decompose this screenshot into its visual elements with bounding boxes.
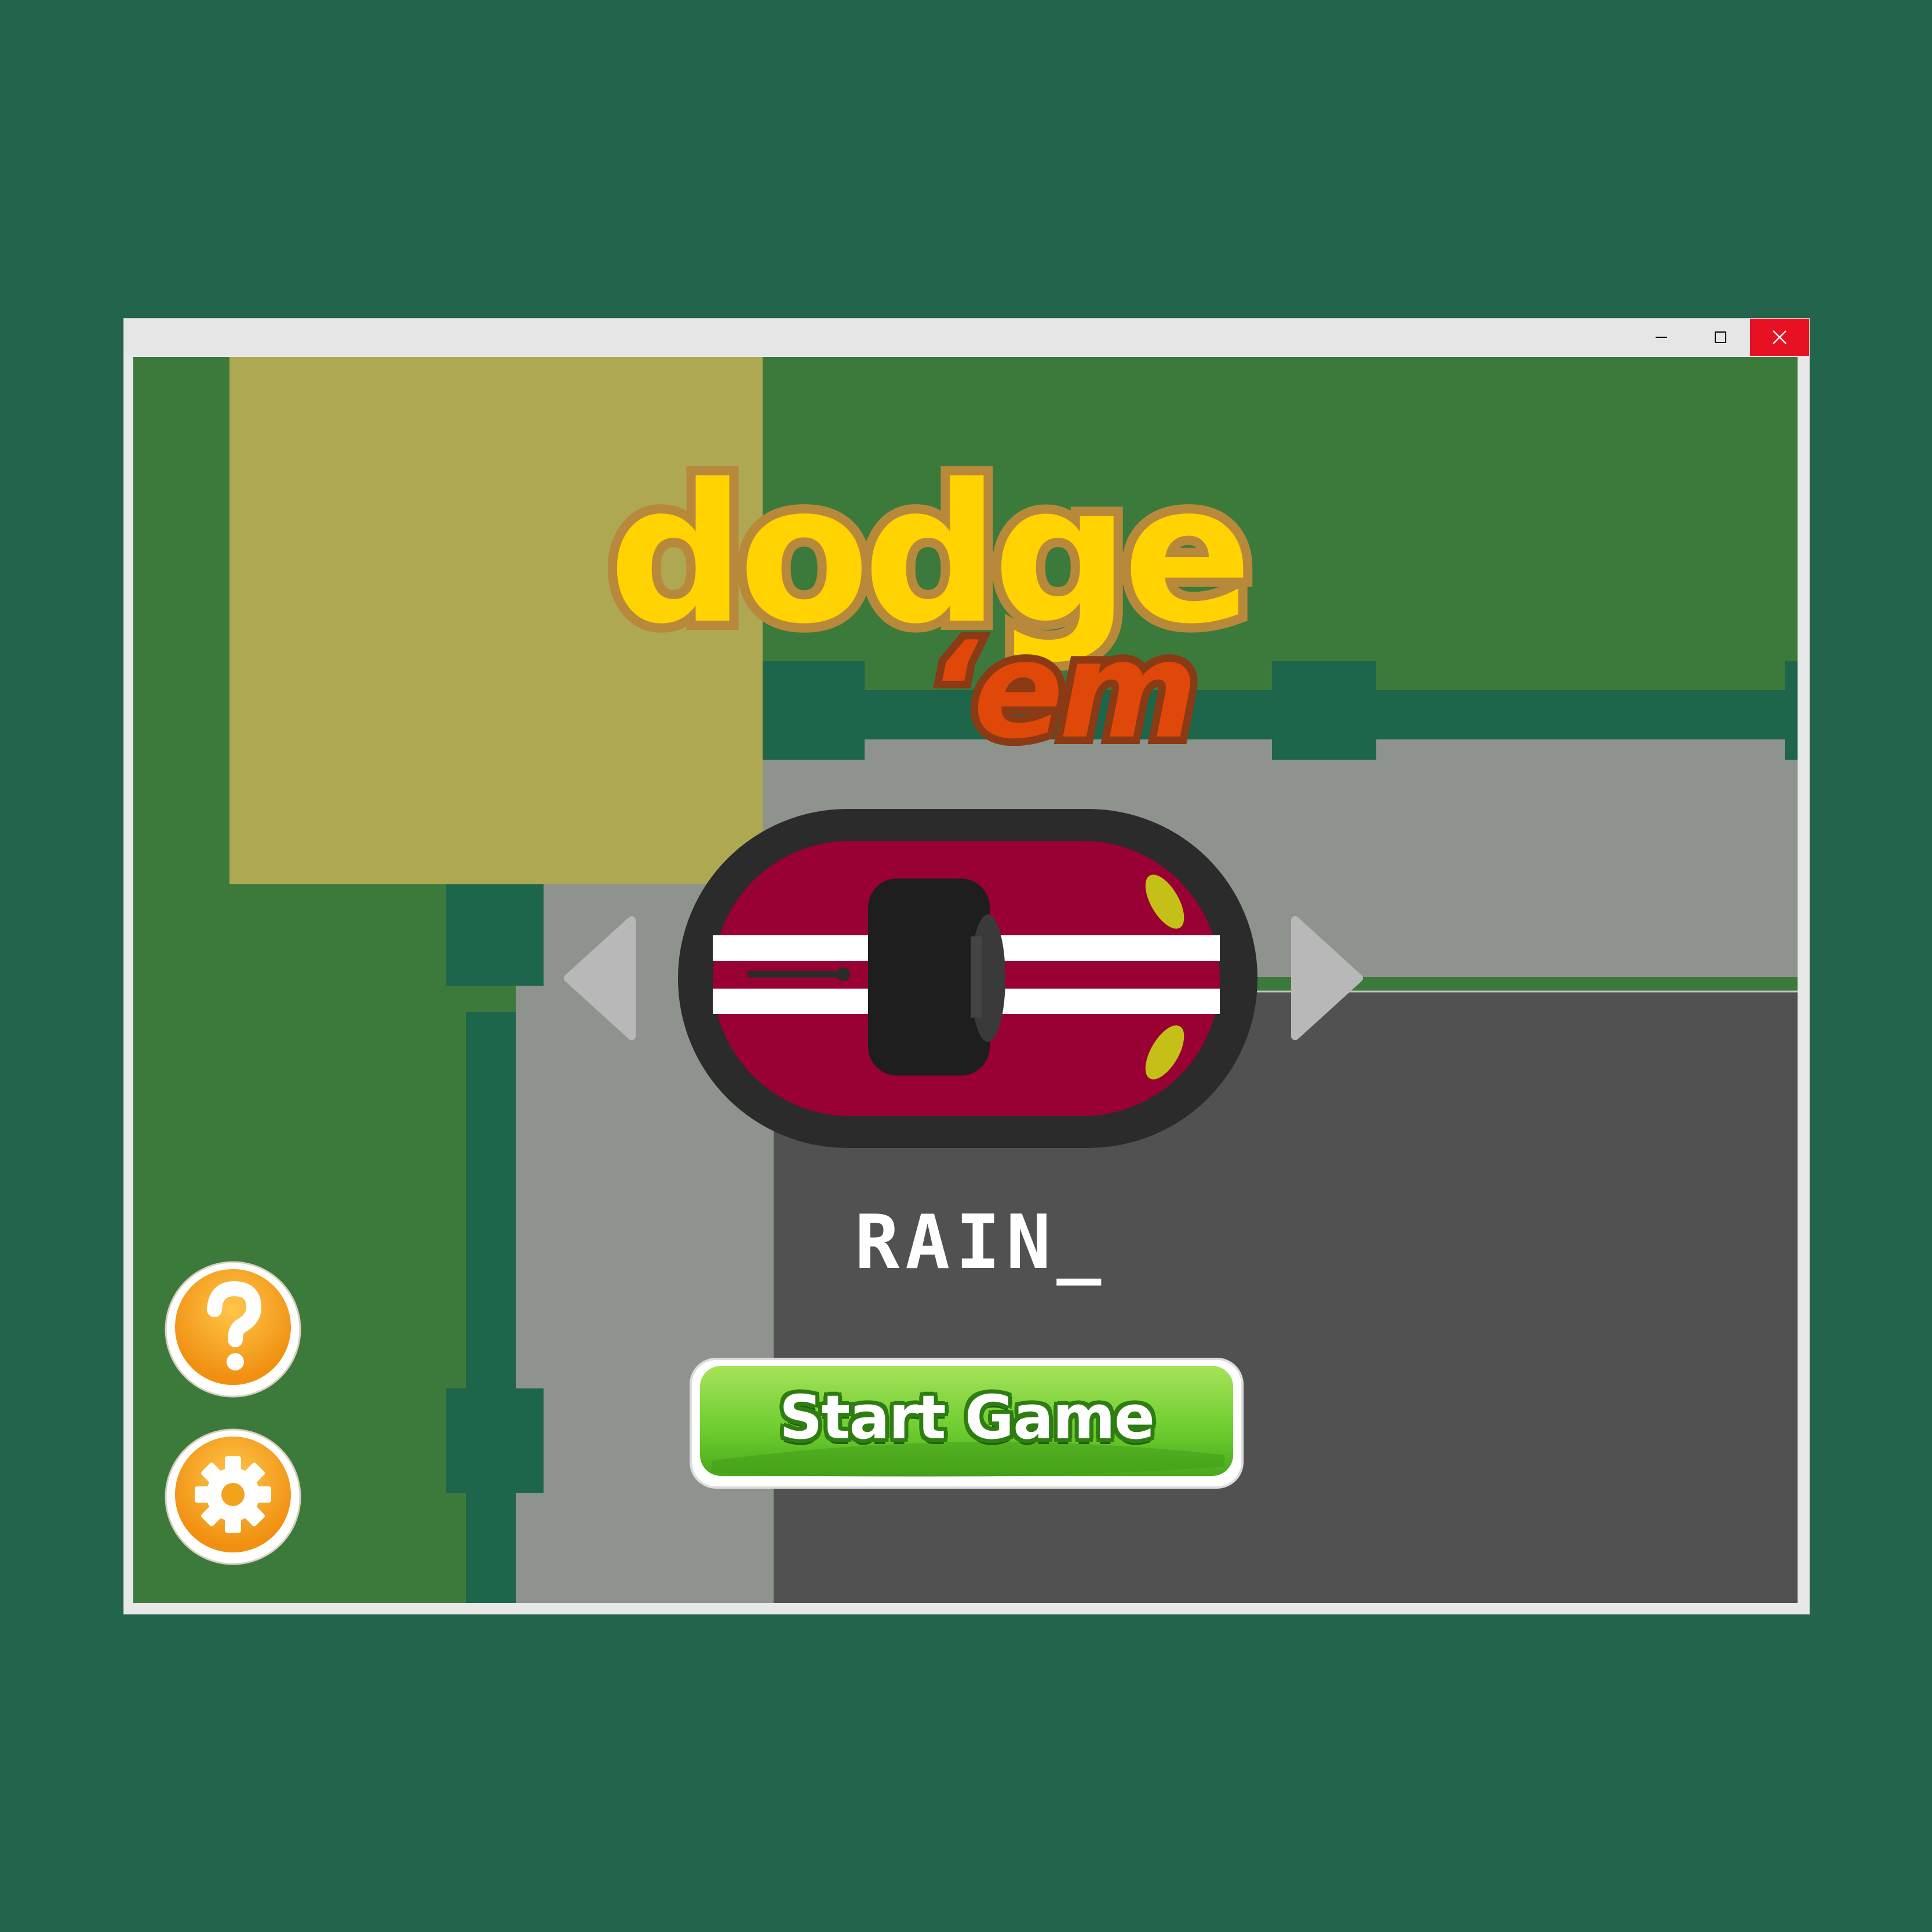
light-road-horizontal	[763, 739, 1798, 977]
close-icon	[1773, 330, 1787, 344]
arrow-right-icon	[1291, 916, 1363, 1040]
car-name-label: RAIN_	[855, 1200, 1107, 1286]
next-car-button[interactable]	[1289, 914, 1365, 1042]
settings-button[interactable]	[163, 1426, 302, 1565]
dodge-em-logo: dodge ‘em	[599, 434, 1262, 763]
desktop-background: dodge ‘em RAIN_ Start Game	[0, 0, 1932, 1932]
logo-title-bottom: ‘em	[927, 614, 1193, 763]
game-window: dodge ‘em RAIN_ Start Game	[123, 318, 1810, 1614]
previous-car-button[interactable]	[562, 914, 637, 1042]
dark-road	[774, 991, 1798, 1603]
start-game-label: Start Game	[779, 1382, 1155, 1453]
fence-vertical	[466, 1012, 516, 1603]
maximize-icon	[1715, 331, 1726, 343]
minimize-icon	[1656, 337, 1667, 338]
start-game-button[interactable]: Start Game	[688, 1357, 1245, 1491]
help-button[interactable]	[163, 1259, 302, 1398]
game-canvas: dodge ‘em RAIN_ Start Game	[133, 357, 1798, 1603]
title-bar	[124, 319, 1809, 356]
maximize-button[interactable]	[1691, 319, 1750, 356]
gear-icon	[195, 1456, 271, 1533]
close-button[interactable]	[1750, 319, 1809, 356]
arrow-left-icon	[564, 916, 636, 1040]
minimize-button[interactable]	[1632, 319, 1691, 356]
